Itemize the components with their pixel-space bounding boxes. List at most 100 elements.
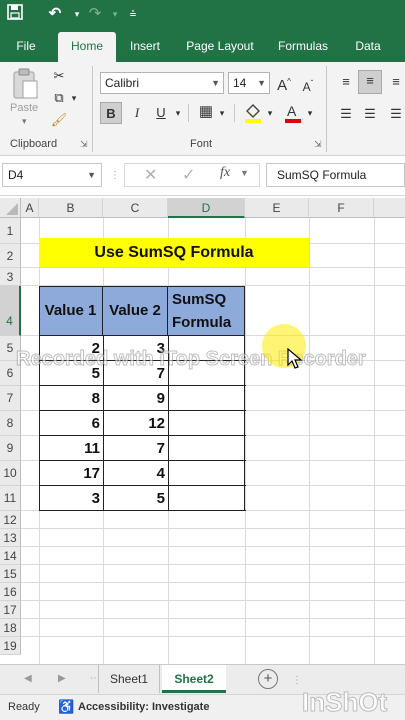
row-header[interactable]: 16 bbox=[0, 583, 21, 601]
value1-cell[interactable]: 17 bbox=[40, 461, 104, 485]
row-header[interactable]: 19 bbox=[0, 637, 21, 655]
middle-align-icon[interactable]: ≡ bbox=[358, 70, 382, 94]
align-right-icon[interactable]: ☰ bbox=[386, 104, 405, 124]
row-header[interactable]: 15 bbox=[0, 565, 21, 583]
bottom-align-icon[interactable]: ≡ bbox=[386, 72, 405, 92]
sheet-title-cell[interactable]: Use SumSQ Formula bbox=[39, 238, 309, 267]
paste-dropdown-icon[interactable]: ▾ bbox=[22, 116, 27, 127]
row-header[interactable]: 10 bbox=[0, 461, 21, 486]
save-icon[interactable] bbox=[4, 4, 26, 24]
column-header[interactable] bbox=[374, 198, 405, 218]
value1-cell[interactable]: 3 bbox=[40, 486, 104, 510]
cut-icon[interactable]: ✂ bbox=[48, 66, 70, 86]
row-header[interactable]: 2 bbox=[0, 244, 21, 268]
column-header[interactable]: B bbox=[39, 198, 103, 218]
formula-input[interactable]: SumSQ Formula bbox=[266, 163, 405, 187]
font-color-icon[interactable]: A bbox=[282, 102, 304, 124]
row-header[interactable]: 11 bbox=[0, 486, 21, 511]
row-header[interactable]: 9 bbox=[0, 436, 21, 461]
value2-cell[interactable]: 9 bbox=[104, 386, 169, 410]
add-sheet-icon[interactable]: + bbox=[258, 669, 278, 689]
scroll-left-icon[interactable]: ◀ bbox=[24, 673, 32, 684]
table-header-value2[interactable]: Value 2 bbox=[103, 286, 168, 336]
top-align-icon[interactable]: ≡ bbox=[336, 72, 356, 92]
align-left-icon[interactable]: ☰ bbox=[336, 104, 356, 124]
underline-button[interactable]: U bbox=[150, 102, 172, 124]
customize-qat-icon[interactable]: ⩮ bbox=[122, 4, 144, 24]
row-header[interactable]: 13 bbox=[0, 529, 21, 547]
decrease-font-size-icon[interactable]: Aˇ bbox=[298, 74, 318, 97]
tab-data[interactable]: Data bbox=[346, 38, 390, 62]
column-header[interactable]: C bbox=[103, 198, 168, 218]
undo-icon[interactable]: ↶ bbox=[44, 4, 66, 24]
group-separator bbox=[92, 66, 93, 152]
tab-insert[interactable]: Insert bbox=[122, 38, 168, 62]
sheet-tab-sheet2[interactable]: Sheet2 bbox=[162, 665, 226, 693]
column-header[interactable]: A bbox=[21, 198, 39, 218]
row-header[interactable]: 7 bbox=[0, 386, 21, 411]
redo-icon[interactable]: ↷ bbox=[84, 4, 106, 24]
value1-cell[interactable]: 6 bbox=[40, 411, 104, 435]
accessibility-status[interactable]: Accessibility: Investigate bbox=[78, 701, 209, 713]
scroll-right-icon[interactable]: ▶ bbox=[58, 673, 66, 684]
font-color-dropdown-icon[interactable]: ▾ bbox=[304, 103, 316, 123]
column-header-selected[interactable]: D bbox=[168, 198, 245, 218]
fill-color-icon[interactable] bbox=[242, 102, 264, 124]
format-painter-icon[interactable]: 🖌 bbox=[48, 110, 70, 130]
row-header-selected[interactable]: 4 bbox=[0, 286, 21, 336]
sumsq-cell[interactable] bbox=[169, 386, 246, 410]
tab-page-layout[interactable]: Page Layout bbox=[180, 38, 260, 62]
increase-font-size-icon[interactable]: A^ bbox=[274, 72, 294, 96]
sumsq-cell[interactable] bbox=[169, 461, 246, 485]
row-header[interactable]: 17 bbox=[0, 601, 21, 619]
value1-cell[interactable]: 8 bbox=[40, 386, 104, 410]
more-options-icon[interactable]: ⋮ bbox=[110, 170, 120, 181]
tab-home[interactable]: Home bbox=[58, 32, 116, 62]
row-header[interactable]: 14 bbox=[0, 547, 21, 565]
worksheet-grid[interactable]: A B C D E F 1 2 3 4 5 6 7 8 9 10 11 12 1… bbox=[0, 198, 405, 664]
tab-formulas[interactable]: Formulas bbox=[272, 38, 334, 62]
accessibility-icon[interactable]: ♿ bbox=[58, 699, 74, 715]
font-family-select[interactable]: Calibri ▼ bbox=[100, 72, 224, 94]
row-header[interactable]: 3 bbox=[0, 268, 21, 286]
table-header-sumsq[interactable]: SumSQ Formula bbox=[168, 286, 245, 336]
paste-icon[interactable] bbox=[10, 68, 40, 100]
copy-dropdown-icon[interactable]: ▾ bbox=[68, 88, 80, 108]
value2-cell[interactable]: 12 bbox=[104, 411, 169, 435]
copy-icon[interactable]: ⧉ bbox=[48, 88, 70, 108]
row-header[interactable]: 12 bbox=[0, 511, 21, 529]
font-launcher-icon[interactable]: ⇲ bbox=[314, 139, 322, 150]
underline-dropdown-icon[interactable]: ▾ bbox=[172, 103, 184, 123]
table-row: 89 bbox=[40, 386, 246, 411]
tab-file[interactable]: File bbox=[8, 38, 44, 62]
align-center-icon[interactable]: ☰ bbox=[360, 104, 380, 124]
column-header[interactable]: E bbox=[245, 198, 309, 218]
paste-label[interactable]: Paste bbox=[10, 102, 44, 114]
sumsq-cell[interactable] bbox=[169, 411, 246, 435]
fill-color-dropdown-icon[interactable]: ▾ bbox=[264, 103, 276, 123]
column-header[interactable]: F bbox=[309, 198, 374, 218]
enter-icon[interactable]: ✓ bbox=[182, 165, 195, 185]
row-header[interactable]: 18 bbox=[0, 619, 21, 637]
italic-button[interactable]: I bbox=[126, 102, 148, 124]
insert-function-icon[interactable]: fx bbox=[220, 165, 230, 181]
borders-dropdown-icon[interactable]: ▾ bbox=[216, 103, 228, 123]
value2-cell[interactable]: 5 bbox=[104, 486, 169, 510]
cancel-icon[interactable]: ✕ bbox=[144, 165, 157, 185]
value2-cell[interactable]: 7 bbox=[104, 436, 169, 460]
sumsq-cell[interactable] bbox=[169, 436, 246, 460]
sheet-tab-sheet1[interactable]: Sheet1 bbox=[98, 665, 160, 693]
select-all-corner[interactable] bbox=[0, 198, 21, 218]
table-header-value1[interactable]: Value 1 bbox=[39, 286, 103, 336]
value1-cell[interactable]: 11 bbox=[40, 436, 104, 460]
font-size-select[interactable]: 14 ▼ bbox=[228, 72, 270, 94]
clipboard-launcher-icon[interactable]: ⇲ bbox=[80, 139, 88, 150]
borders-icon[interactable]: ▦ bbox=[196, 102, 216, 122]
row-header[interactable]: 1 bbox=[0, 218, 21, 244]
name-box[interactable]: D4 ▼ bbox=[2, 163, 102, 187]
sumsq-cell[interactable] bbox=[169, 486, 246, 510]
value2-cell[interactable]: 4 bbox=[104, 461, 169, 485]
bold-button[interactable]: B bbox=[100, 102, 122, 124]
row-header[interactable]: 8 bbox=[0, 411, 21, 436]
more-icon[interactable]: ⋮ bbox=[292, 675, 302, 686]
